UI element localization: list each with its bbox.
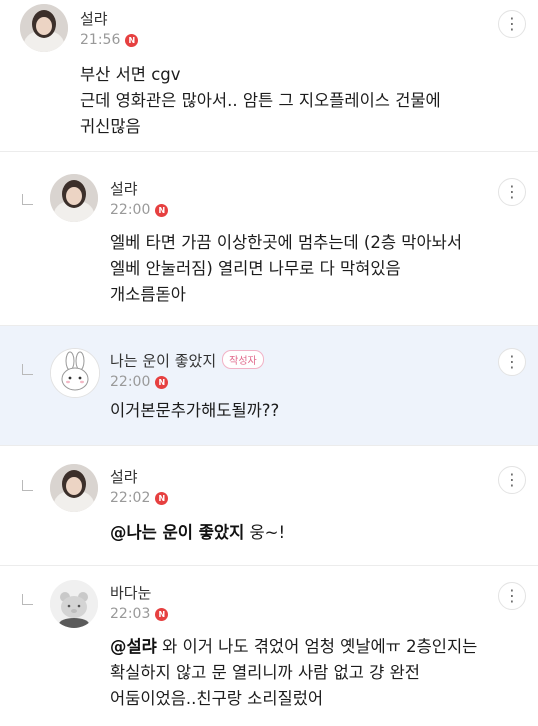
reply-arrow-icon (22, 480, 33, 491)
naver-icon: N (155, 375, 169, 389)
reply-item: 설랴 22:00 N ⋮ 엘베 타면 가끔 이상한곳에 멈추는데 (2층 막아놔… (0, 152, 538, 326)
comment-body: 부산 서면 cgv 근데 영화관은 많아서.. 암튼 그 지오플레이스 건물에 … (80, 65, 441, 136)
more-vertical-icon: ⋮ (504, 14, 520, 33)
more-vertical-icon: ⋮ (504, 470, 520, 489)
comment-body: 이거본문추가해도될까?? (110, 401, 280, 420)
avatar[interactable] (50, 348, 100, 398)
writer-badge: 작성자 (222, 350, 264, 369)
more-options-button[interactable]: ⋮ (498, 10, 526, 38)
naver-icon: N (155, 607, 169, 621)
comment-author[interactable]: 설랴 (110, 178, 138, 199)
avatar[interactable] (50, 174, 98, 222)
comment-time: 22:03 N (110, 606, 169, 622)
comment-time: 21:56 N (80, 32, 139, 48)
reply-arrow-icon (22, 364, 33, 375)
more-options-button[interactable]: ⋮ (498, 178, 526, 206)
comment-time: 22:02 N (110, 490, 169, 506)
more-options-button[interactable]: ⋮ (498, 466, 526, 494)
more-vertical-icon: ⋮ (504, 182, 520, 201)
comment-body: @나는 운이 좋았지 웅~! (110, 523, 286, 542)
comment-body: @설랴 와 이거 나도 겪었어 엄청 옛날에ㅠ 2층인지는 확실하지 않고 문 … (110, 637, 478, 708)
comment-author[interactable]: 설랴 (80, 8, 108, 29)
naver-icon: N (155, 203, 169, 217)
comment-time: 22:00 N (110, 374, 169, 390)
naver-icon: N (155, 491, 169, 505)
more-options-button[interactable]: ⋮ (498, 348, 526, 376)
comment-author[interactable]: 설랴 (110, 466, 138, 487)
more-vertical-icon: ⋮ (504, 586, 520, 605)
comment-author[interactable]: 나는 운이 좋았지 작성자 (110, 350, 264, 371)
reply-item: 나는 운이 좋았지 작성자 22:00 N ⋮ 이거본문추가해도될까?? (0, 326, 538, 446)
naver-icon: N (125, 33, 139, 47)
comment-time: 22:00 N (110, 202, 169, 218)
more-options-button[interactable]: ⋮ (498, 582, 526, 610)
reply-arrow-icon (22, 594, 33, 605)
mention-link[interactable]: @설랴 (110, 637, 157, 656)
avatar[interactable] (50, 464, 98, 512)
avatar[interactable] (50, 580, 98, 628)
comment-item: 설랴 21:56 N ⋮ 부산 서면 cgv 근데 영화관은 많아서.. 암튼 … (0, 0, 538, 152)
mention-link[interactable]: @나는 운이 좋았지 (110, 523, 244, 542)
more-vertical-icon: ⋮ (504, 352, 520, 371)
comment-body: 엘베 타면 가끔 이상한곳에 멈추는데 (2층 막아놔서 엘베 안눌러짐) 열리… (110, 233, 463, 304)
reply-item: 바다눈 22:03 N ⋮ @설랴 와 이거 나도 겪었어 엄청 옛날에ㅠ 2층… (0, 566, 538, 726)
comment-author[interactable]: 바다눈 (110, 582, 151, 603)
reply-arrow-icon (22, 194, 33, 205)
avatar[interactable] (20, 4, 68, 52)
reply-item: 설랴 22:02 N ⋮ @나는 운이 좋았지 웅~! (0, 446, 538, 566)
